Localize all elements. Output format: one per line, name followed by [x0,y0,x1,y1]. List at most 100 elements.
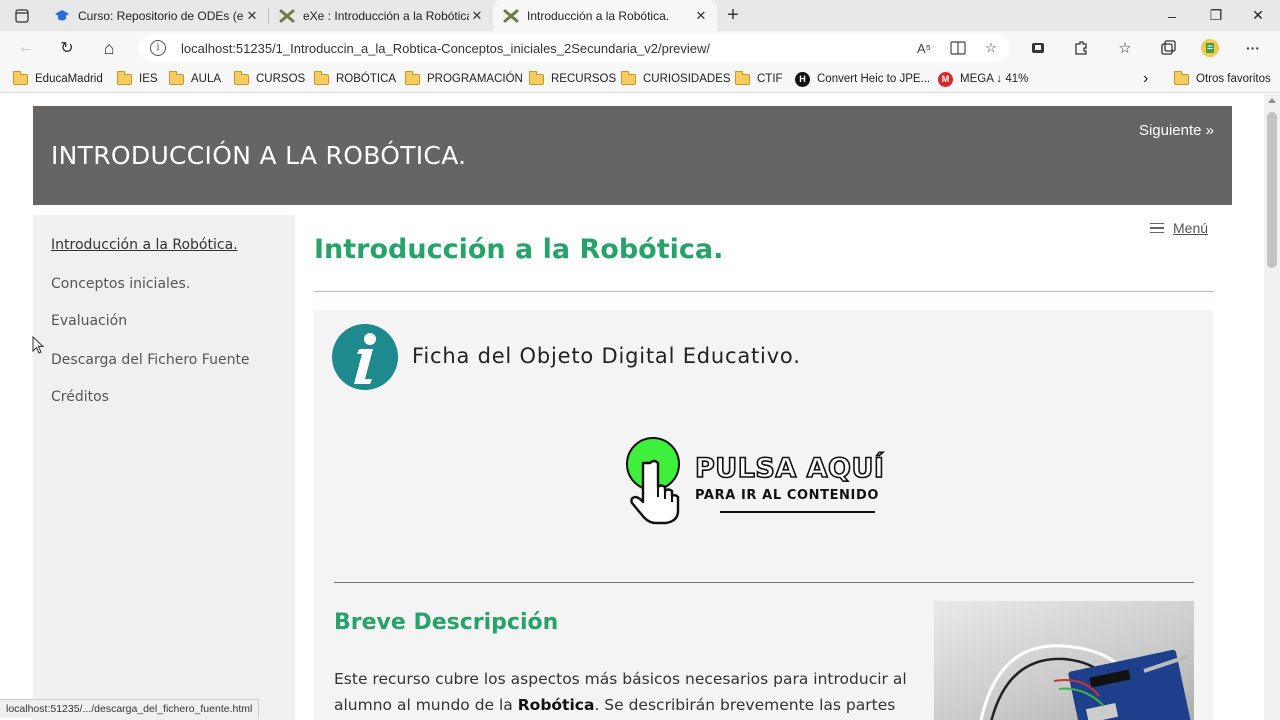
back-button[interactable]: ← [13,36,39,60]
folder-icon [620,70,636,85]
tab-exe-editor[interactable]: eXe : Introducción a la Robótica. ✕ [269,0,493,31]
tab-actions-icon [15,9,29,23]
mouse-cursor-icon [32,336,44,354]
bookmark-label: Otros favoritos [1196,73,1271,85]
next-page-link[interactable]: Siguiente » [1139,122,1214,139]
close-tab-icon[interactable]: ✕ [469,8,485,24]
title-divider [314,291,1214,292]
heic-site-icon: H [795,71,810,87]
bookmark-ctif[interactable]: CTIF [734,70,783,88]
page-viewport: INTRODUCCIÓN A LA ROBÓTICA. Siguiente » … [0,94,1264,720]
address-toolbar: ← ↻ ⌂ i localhost:51235/1_Introduccin_a_… [0,31,1280,65]
sidebar-nav: Introducción a la Robótica. Conceptos in… [33,215,295,720]
folder-icon [528,70,544,85]
url-text[interactable]: localhost:51235/1_Introduccin_a_la_Robti… [181,41,710,56]
bookmark-curiosidades[interactable]: CURIOSIDADES [620,70,731,88]
close-tab-icon[interactable]: ✕ [693,8,709,24]
bookmark-label: RECURSOS [551,73,617,85]
content-box: Ficha del Objeto Digital Educativo. PULS… [314,310,1213,720]
home-button[interactable]: ⌂ [96,36,122,60]
bookmark-label: ROBÓTICA [336,73,397,85]
tab-curso[interactable]: Curso: Repositorio de ODEs (en p ✕ [44,0,268,31]
site-info-icon[interactable]: i [150,40,166,56]
immersive-reader-icon[interactable] [948,39,968,57]
folder-icon [233,70,249,85]
folder-icon [168,70,184,85]
sidebar-item-introduccion[interactable]: Introducción a la Robótica. [51,237,238,253]
page-scrollbar[interactable] [1264,94,1280,720]
sidebar-item-evaluacion[interactable]: Evaluación [51,313,127,329]
ficha-heading: Ficha del Objeto Digital Educativo. [412,344,801,368]
minimize-button[interactable]: – [1150,0,1194,31]
breve-descripcion-heading: Breve Descripción [334,610,559,635]
tab-title: eXe : Introducción a la Robótica. [303,8,469,23]
bookmark-label: MEGA ↓ 41% [960,73,1029,85]
extensions-icon[interactable] [1070,38,1092,58]
bookmark-label: AULA [191,73,222,85]
graduation-cap-icon [54,8,70,24]
folder-icon [734,70,750,85]
section-divider [334,582,1194,583]
arduino-photo [934,601,1194,720]
tab-actions-button[interactable] [8,5,36,27]
folder-icon [313,70,329,85]
bookmark-label: CURSOS [256,73,306,85]
pointing-hand-icon [630,459,680,525]
tab-title: Introducción a la Robótica. [527,8,670,23]
bookmark-recursos[interactable]: RECURSOS [528,70,617,88]
close-tab-icon[interactable]: ✕ [244,8,260,24]
pulsa-sub-text: PARA IR AL CONTENIDO [695,488,880,503]
close-window-button[interactable]: ✕ [1236,0,1280,31]
bookmark-label: PROGRAMACIÓN [427,73,523,85]
tab-bar: Curso: Repositorio de ODEs (en p ✕ eXe :… [0,0,1280,31]
bookmark-cursos[interactable]: CURSOS [233,70,306,88]
bookmark-educamadrid[interactable]: EducaMadrid [12,70,103,88]
collections-icon[interactable] [1028,38,1050,58]
sidebar-item-descarga[interactable]: Descarga del Fichero Fuente [51,352,250,368]
bookmarks-bar: EducaMadrid IES AULA CURSOS ROBÓTICA PRO… [0,65,1280,93]
bookmark-convert-heic[interactable]: H Convert Heic to JPE... [795,70,930,88]
page-title: Introducción a la Robótica. [314,234,724,265]
bookmark-robotica[interactable]: ROBÓTICA [313,70,397,88]
restore-button[interactable]: ❐ [1194,0,1238,31]
profile-icon[interactable] [1199,38,1221,58]
bookmark-label: IES [139,73,158,85]
favorites-icon[interactable]: ☆ [1114,38,1136,58]
info-icon [332,324,398,390]
description-text: Este recurso cubre los aspectos más bási… [334,666,914,718]
tab-collections-icon[interactable] [1157,38,1179,58]
more-menu-button[interactable]: ··· [1242,38,1264,58]
address-bar[interactable]: i localhost:51235/1_Introduccin_a_la_Rob… [138,34,1010,62]
new-tab-button[interactable]: + [722,4,744,26]
bookmark-label: CTIF [757,73,783,85]
bookmarks-overflow-button[interactable]: › [1143,70,1148,88]
read-aloud-icon[interactable]: A⁵ [914,39,934,57]
bookmark-mega[interactable]: M MEGA ↓ 41% [938,70,1028,88]
other-favorites[interactable]: Otros favoritos [1173,70,1271,88]
reload-button[interactable]: ↻ [54,36,80,60]
exe-icon [503,8,519,24]
folder-icon [116,70,132,85]
bookmark-programacion[interactable]: PROGRAMACIÓN [404,70,523,88]
sidebar-item-creditos[interactable]: Créditos [51,389,109,405]
bookmark-aula[interactable]: AULA [168,70,222,88]
bookmark-label: EducaMadrid [35,73,103,85]
status-url-tooltip: localhost:51235/.../descarga_del_fichero… [0,699,260,718]
add-favorite-icon[interactable]: ☆ [981,39,1001,57]
tab-title: Curso: Repositorio de ODEs (en p [78,8,244,23]
bookmark-label: Convert Heic to JPE... [817,73,931,85]
sidebar-item-conceptos[interactable]: Conceptos iniciales. [51,276,190,292]
menu-toggle-button[interactable]: Menú [1150,220,1208,236]
description-part2: . Se describirán brevemente las partes [594,696,896,714]
tab-preview[interactable]: Introducción a la Robótica. ✕ [493,0,717,31]
folder-icon [1173,70,1189,85]
pulsa-underline [720,511,875,513]
scrollbar-thumb[interactable] [1267,112,1277,268]
pulsa-main-text: PULSA AQUÍ [694,452,885,485]
folder-icon [404,70,420,85]
bookmark-ies[interactable]: IES [116,70,158,88]
hamburger-icon [1150,223,1164,233]
exe-icon [279,8,295,24]
scroll-up-arrow-icon[interactable] [1268,98,1276,103]
pulsa-aqui-button[interactable]: PULSA AQUÍ PARA IR AL CONTENIDO [624,433,904,529]
